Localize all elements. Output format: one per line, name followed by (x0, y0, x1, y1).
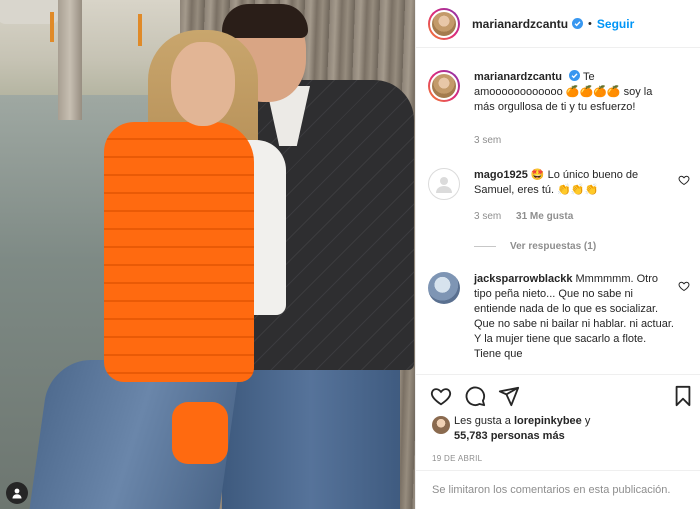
comment-avatar[interactable] (428, 272, 460, 304)
verified-badge-icon (569, 70, 581, 81)
header-separator: • (588, 17, 592, 30)
view-replies-button[interactable]: Ver respuestas (1) (474, 241, 596, 252)
comment-text: Mmmmmm. Otro tipo peña nieto... Que no s… (474, 273, 674, 360)
replies-divider (474, 246, 496, 247)
author-avatar[interactable] (428, 7, 460, 40)
woman-vest (104, 122, 254, 382)
comment-text-block: jacksparrowblackk Mmmmmm. Otro tipo peña… (474, 272, 676, 362)
background-post (50, 12, 54, 42)
likes-conjunction: y (581, 415, 591, 427)
bookmark-icon[interactable] (672, 385, 694, 407)
comment-time[interactable]: 3 sem (474, 211, 501, 222)
liker-username[interactable]: lorepinkybee (514, 415, 582, 427)
comment-username[interactable]: jacksparrowblackk (474, 273, 572, 285)
user-tag-icon[interactable] (6, 482, 28, 504)
likes-text: Les gusta a lorepinkybee y 55,783 person… (454, 414, 684, 444)
likes-prefix: Les gusta a (454, 415, 514, 427)
comment-item: mago1925 🤩 Lo único bueno de Samuel, ere… (428, 168, 690, 268)
comment-like-heart-icon[interactable] (678, 280, 690, 292)
post-date[interactable]: 19 DE ABRIL (432, 454, 482, 463)
woman-face (171, 42, 235, 126)
comment-item: jacksparrowblackk Mmmmmm. Otro tipo peña… (428, 272, 690, 374)
post-details-panel: marianardzcantu • Seguir marianardzcantu… (415, 0, 700, 509)
likes-count[interactable]: 55,783 personas más (454, 430, 565, 442)
caption-meta: 3 sem (474, 135, 513, 146)
background-tree (58, 0, 82, 120)
man-hair (222, 4, 308, 38)
view-replies-label: Ver respuestas (1) (510, 241, 597, 252)
post-actions-bar (416, 374, 700, 418)
comments-list[interactable]: marianardzcantu Te amoooooooooooo 🍊🍊🍊🍊 s… (416, 56, 700, 374)
heart-icon[interactable] (430, 385, 452, 407)
comment-like-heart-icon[interactable] (678, 174, 690, 186)
caption-username[interactable]: marianardzcantu (474, 71, 562, 83)
comment-username[interactable]: mago1925 (474, 169, 528, 181)
follow-button[interactable]: Seguir (597, 17, 634, 31)
comment-likes[interactable]: 31 Me gusta (516, 211, 573, 222)
comment-text-block: mago1925 🤩 Lo único bueno de Samuel, ere… (474, 168, 676, 198)
comment-avatar[interactable] (428, 168, 460, 200)
author-username[interactable]: marianardzcantu (472, 17, 568, 31)
liker-avatar[interactable] (432, 416, 450, 434)
woman-shoe (172, 402, 228, 464)
caption-avatar[interactable] (428, 70, 460, 102)
post-photo[interactable] (0, 0, 415, 509)
share-icon[interactable] (498, 385, 520, 407)
comment-meta: 3 sem 31 Me gusta (474, 211, 585, 222)
caption-text-block: marianardzcantu Te amoooooooooooo 🍊🍊🍊🍊 s… (474, 70, 676, 115)
comment-icon[interactable] (464, 385, 486, 407)
default-avatar-icon (436, 177, 452, 193)
caption-time[interactable]: 3 sem (474, 135, 501, 146)
post-header: marianardzcantu • Seguir (416, 0, 700, 48)
caption: marianardzcantu Te amoooooooooooo 🍊🍊🍊🍊 s… (428, 70, 690, 150)
comments-disabled-notice: Se limitaron los comentarios en esta pub… (416, 470, 700, 509)
background-post (138, 14, 142, 46)
verified-badge-icon (572, 18, 584, 29)
